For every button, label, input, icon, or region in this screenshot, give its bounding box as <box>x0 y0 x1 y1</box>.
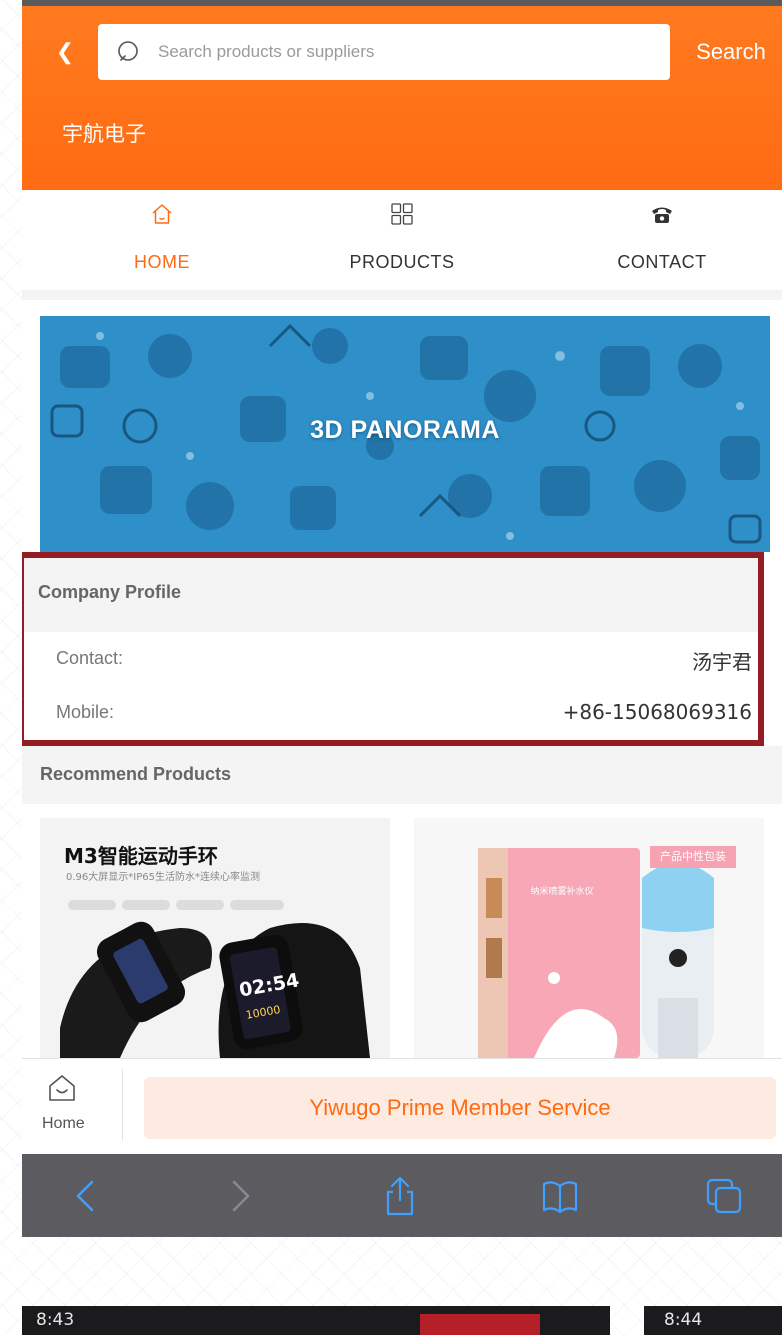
tab-products-label: PRODUCTS <box>349 252 455 272</box>
browser-forward-icon[interactable] <box>218 1174 262 1218</box>
profile-row-mobile: Mobile: +86-15068069316 <box>24 686 758 740</box>
search-button[interactable]: Search <box>686 30 776 74</box>
browser-back-icon[interactable] <box>64 1174 108 1218</box>
product-card-fitness-band[interactable]: M3智能运动手环 0.96大屏显示*IP65生活防水*连续心率监测 02:54 … <box>40 818 390 1058</box>
home-outline-icon <box>49 1075 75 1101</box>
store-nav: HOME PRODUCTS CONTACT <box>22 190 782 290</box>
product-card-nano-sprayer[interactable]: 产品中性包装 纳米喷雾补水仪 <box>414 818 764 1058</box>
recommend-header: Recommend Products <box>22 746 782 804</box>
phone-screen: ❮ Search 宇航电子 HOME PRODUCTS <box>22 0 782 1237</box>
product-box-text: 纳米喷雾补水仪 <box>530 887 594 897</box>
home-icon <box>152 204 172 224</box>
next-screenshot-status-bar-right: 8:44 <box>644 1306 782 1335</box>
company-profile-section: Company Profile Contact: 汤宇君 Mobile: +86… <box>22 552 764 746</box>
product-tag: 产品中性包装 <box>650 846 736 868</box>
profile-header: Company Profile <box>24 558 758 632</box>
profile-title: Company Profile <box>38 582 182 602</box>
home-label: Home <box>42 1115 85 1132</box>
back-chevron-icon[interactable]: ❮ <box>50 32 80 72</box>
next-screenshot-status-bar-left: 8:43 <box>22 1306 610 1335</box>
search-input[interactable] <box>158 32 658 72</box>
prime-member-button[interactable]: Yiwugo Prime Member Service <box>144 1077 776 1139</box>
bookmarks-icon[interactable] <box>538 1174 582 1218</box>
search-box[interactable] <box>98 24 670 80</box>
phone-icon <box>652 207 672 223</box>
tab-contact-label: CONTACT <box>617 252 707 272</box>
tabs-icon[interactable] <box>702 1174 746 1218</box>
tab-products[interactable]: PRODUCTS <box>302 190 502 290</box>
bottom-action-bar: Home Yiwugo Prime Member Service <box>22 1058 782 1150</box>
grid-icon <box>391 203 413 225</box>
tab-home[interactable]: HOME <box>62 190 262 290</box>
mobile-value[interactable]: +86-15068069316 <box>563 700 752 724</box>
home-button[interactable]: Home <box>22 1059 122 1151</box>
browser-toolbar <box>22 1154 782 1237</box>
bar-divider <box>122 1069 123 1141</box>
contact-value: 汤宇君 <box>692 650 752 674</box>
profile-row-contact: Contact: 汤宇君 <box>24 632 758 686</box>
status-time-right: 8:44 <box>664 1310 703 1330</box>
panorama-banner[interactable]: 3D PANORAMA <box>40 316 770 552</box>
tab-contact[interactable]: CONTACT <box>562 190 762 290</box>
store-header: ❮ Search 宇航电子 <box>22 6 782 190</box>
status-time-left: 8:43 <box>36 1310 75 1330</box>
mobile-label: Mobile: <box>56 702 115 722</box>
share-icon[interactable] <box>378 1174 422 1218</box>
shop-name: 宇航电子 <box>62 122 146 146</box>
status-highlight <box>420 1314 540 1335</box>
nav-separator <box>22 290 782 300</box>
contact-label: Contact: <box>56 648 124 668</box>
banner-title: 3D PANORAMA <box>310 416 500 444</box>
search-icon <box>118 41 138 61</box>
fitness-band-image: 02:54 10000 <box>60 900 370 1058</box>
tab-home-label: HOME <box>134 252 190 272</box>
recommend-title: Recommend Products <box>40 764 232 784</box>
